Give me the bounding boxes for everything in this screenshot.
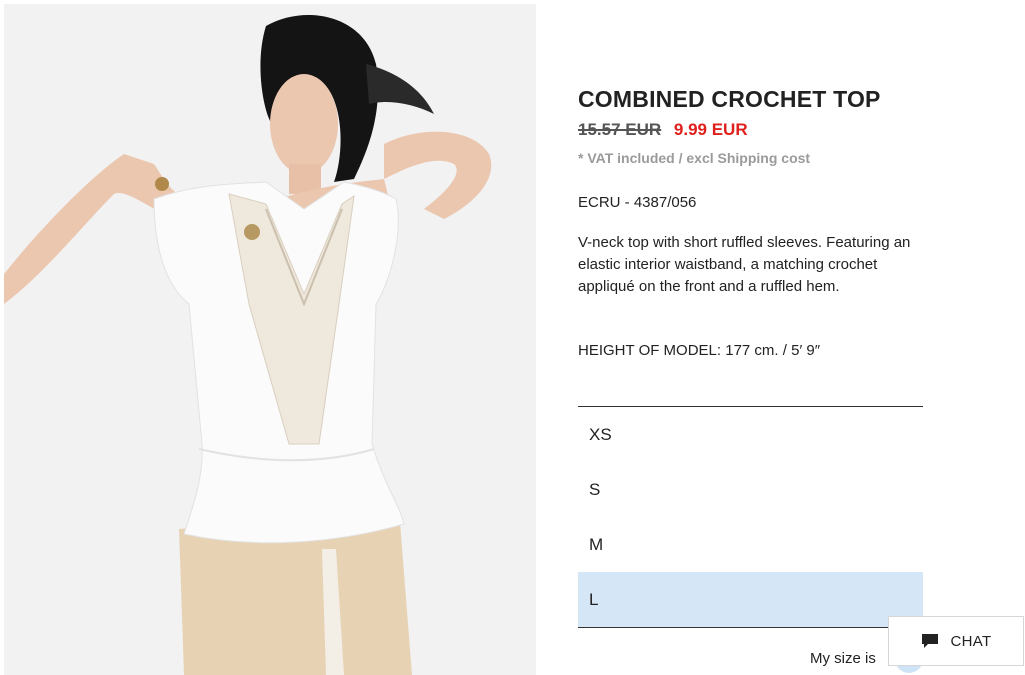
product-image[interactable]: [4, 4, 536, 675]
chat-bubble-icon: [921, 633, 939, 649]
product-description: V-neck top with short ruffled sleeves. F…: [578, 234, 911, 295]
price-block: 15.57 EUR 9.99 EUR: [578, 120, 748, 140]
model-illustration: [4, 4, 536, 675]
size-option-l[interactable]: L: [578, 572, 923, 627]
sale-price: 9.99 EUR: [673, 120, 748, 139]
my-size-link[interactable]: My size is: [810, 650, 876, 667]
chat-button[interactable]: CHAT: [888, 616, 1024, 666]
product-title: COMBINED CROCHET TOP: [578, 86, 881, 112]
chat-label: CHAT: [950, 632, 992, 650]
old-price: 15.57 EUR: [578, 120, 662, 139]
size-option-xs[interactable]: XS: [578, 407, 923, 462]
size-selector: XS S M L: [578, 406, 923, 628]
size-option-s[interactable]: S: [578, 462, 923, 517]
size-option-m[interactable]: M: [578, 517, 923, 572]
color-reference: ECRU - 4387/056: [578, 194, 697, 211]
vat-note: * VAT included / excl Shipping cost: [578, 150, 811, 166]
product-page: COMBINED CROCHET TOP 15.57 EUR 9.99 EUR …: [0, 0, 1025, 675]
model-height: HEIGHT OF MODEL: 177 cm. / 5′ 9″: [578, 342, 821, 359]
